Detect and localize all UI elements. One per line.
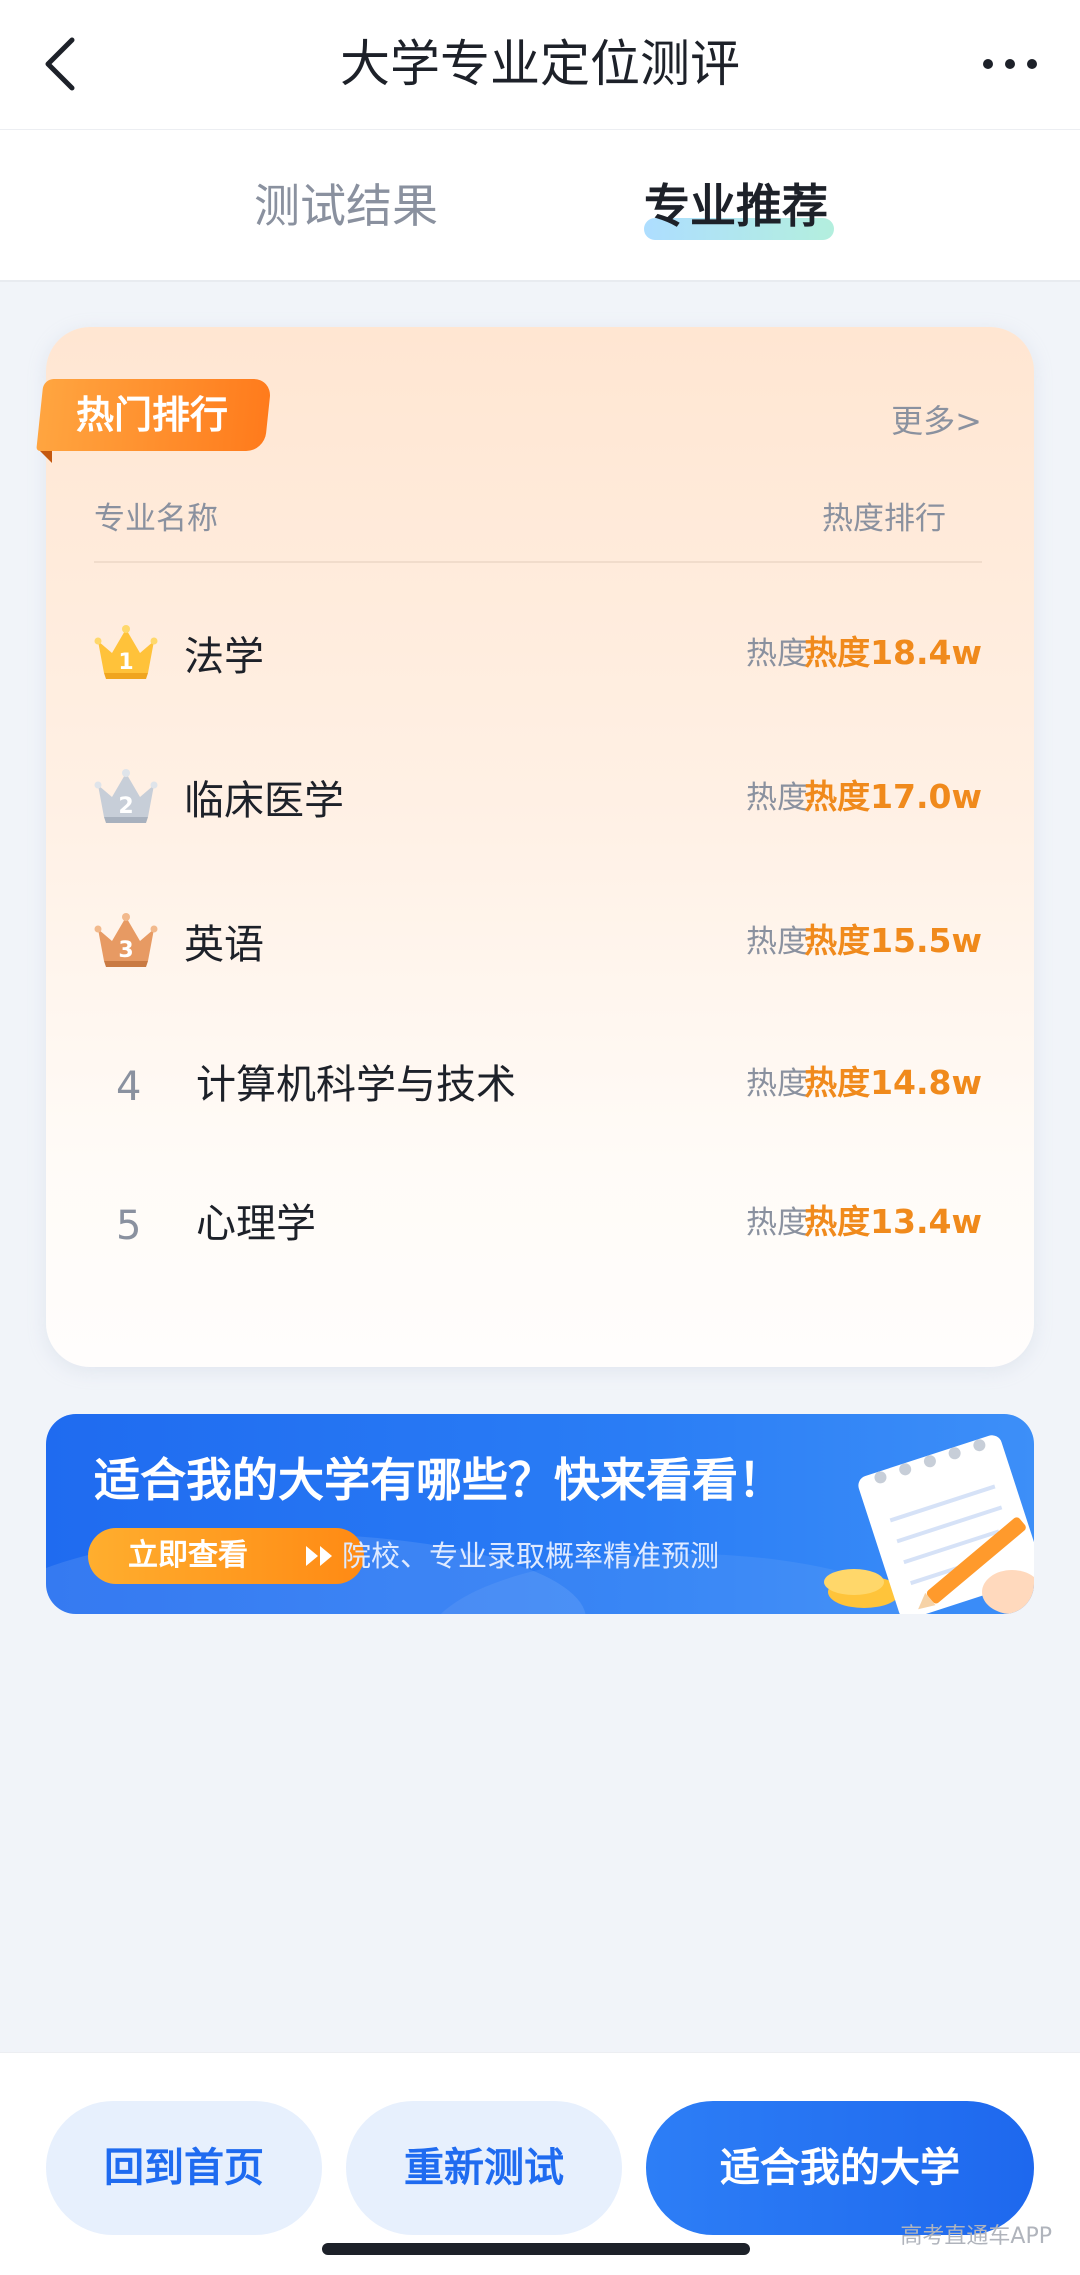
- view-now-button[interactable]: 立即查看: [88, 1528, 364, 1584]
- divider: [94, 561, 982, 563]
- ranking-row[interactable]: 3 英语 热度 热度15.5w: [46, 907, 1034, 997]
- major-name: 计算机科学与技术: [196, 1062, 516, 1108]
- watermark: 高考直通车APP: [900, 2224, 1052, 2249]
- rank-number: 4: [116, 1064, 142, 1110]
- badge-fold: [40, 451, 52, 463]
- ranking-row[interactable]: 1 法学 热度 热度18.4w: [46, 619, 1034, 709]
- home-indicator[interactable]: [322, 2243, 750, 2255]
- heat-value: 热度13.4w: [804, 1202, 982, 1241]
- heat-value: 热度14.8w: [804, 1063, 982, 1102]
- banner-title: 适合我的大学有哪些？快来看看！: [94, 1453, 784, 1507]
- major-name: 心理学: [196, 1201, 316, 1247]
- heat-label: 热度: [746, 1066, 808, 1102]
- svg-text:1: 1: [118, 650, 133, 675]
- hot-ranking-card: 热门排行 更多> 专业名称 热度排行 1 法学 热度 热度18.4w 2 临床医…: [36, 327, 1034, 1367]
- heat-value: 热度18.4w: [804, 633, 982, 672]
- rank-number: 5: [116, 1203, 142, 1249]
- more-dots-icon: [983, 59, 1037, 69]
- gold-crown-icon: 1: [94, 625, 158, 679]
- major-name: 英语: [184, 922, 264, 968]
- ranking-row[interactable]: 2 临床医学 热度 热度17.0w: [46, 763, 1034, 853]
- banner-subtitle: 院校、专业录取概率精准预测: [342, 1539, 720, 1573]
- silver-crown-icon: 2: [94, 769, 158, 823]
- heat-value: 热度15.5w: [804, 921, 982, 960]
- more-button[interactable]: [970, 28, 1050, 100]
- hot-ranking-title: 热门排行: [76, 393, 229, 437]
- university-match-banner[interactable]: 适合我的大学有哪些？快来看看！ 立即查看 院校、专业录取概率精准预测: [46, 1414, 1034, 1614]
- ranking-row[interactable]: 4 计算机科学与技术 热度 热度14.8w: [46, 1049, 1034, 1139]
- heat-label: 热度: [746, 924, 808, 960]
- more-link[interactable]: 更多>: [891, 397, 982, 445]
- major-name: 法学: [184, 634, 264, 680]
- heat-label: 热度: [746, 636, 808, 672]
- app-header: 大学专业定位测评: [0, 0, 1080, 130]
- major-name: 临床医学: [184, 778, 344, 824]
- back-home-button[interactable]: 回到首页: [46, 2101, 322, 2235]
- page-title: 大学专业定位测评: [340, 35, 740, 93]
- tab-test-result[interactable]: 测试结果: [254, 174, 438, 238]
- heat-label: 热度: [746, 1205, 808, 1241]
- retest-button[interactable]: 重新测试: [346, 2101, 622, 2235]
- column-header-heat: 热度排行: [822, 501, 946, 537]
- fit-university-button[interactable]: 适合我的大学: [646, 2101, 1034, 2235]
- ranking-row[interactable]: 5 心理学 热度 热度13.4w: [46, 1188, 1034, 1278]
- tab-bar: 测试结果 专业推荐: [0, 130, 1080, 282]
- svg-text:2: 2: [118, 794, 133, 819]
- heat-value: 热度17.0w: [804, 777, 982, 816]
- svg-text:3: 3: [118, 938, 133, 963]
- notebook-pencil-illustration-icon: [824, 1435, 1034, 1614]
- column-header-name: 专业名称: [94, 501, 218, 537]
- double-arrow-right-icon: [306, 1546, 332, 1566]
- tab-major-recommend[interactable]: 专业推荐: [644, 174, 828, 238]
- view-now-label: 立即查看: [128, 1538, 248, 1573]
- heat-label: 热度: [746, 780, 808, 816]
- bronze-crown-icon: 3: [94, 913, 158, 967]
